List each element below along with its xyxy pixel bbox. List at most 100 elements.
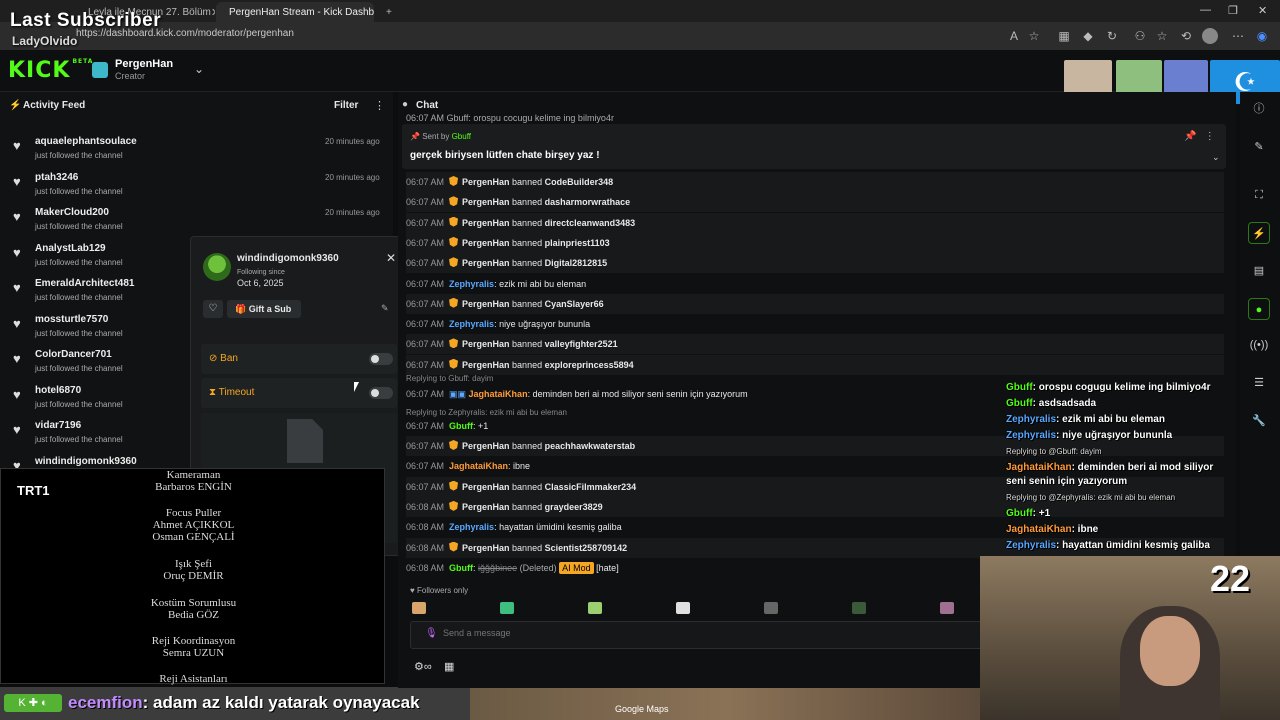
emote-icon[interactable] xyxy=(852,602,866,614)
heart-icon: ♥ xyxy=(13,174,21,189)
heart-icon: ♥ xyxy=(13,245,21,260)
extension-icon[interactable]: ⚇ xyxy=(1132,28,1148,44)
msg-user[interactable]: PergenHan xyxy=(462,197,510,207)
emote-icon[interactable] xyxy=(764,602,778,614)
feed-user: ptah3246 xyxy=(35,172,79,183)
star-icon[interactable]: ☆ xyxy=(1026,28,1042,44)
mute-icon[interactable]: ✎ xyxy=(381,303,389,314)
close-icon[interactable]: ✕ xyxy=(211,6,215,19)
extension-icon[interactable]: ◆ xyxy=(1080,28,1096,44)
chat-message[interactable]: 06:07 AM PergenHan banned directcleanwand… xyxy=(406,212,1224,233)
feed-item[interactable]: ♥ MakerCloud200 just followed the channe… xyxy=(0,205,393,239)
edit-icon[interactable]: ✎ xyxy=(1248,136,1270,158)
msg-user[interactable]: Zephyralis xyxy=(449,319,494,329)
msg-user[interactable]: PergenHan xyxy=(462,543,510,553)
moderator-shield-icon xyxy=(449,480,459,491)
msg-time: 06:07 AM xyxy=(406,339,445,350)
msg-user[interactable]: PergenHan xyxy=(462,502,510,512)
msg-user[interactable]: PergenHan xyxy=(462,482,510,492)
close-window-icon[interactable]: ✕ xyxy=(1258,4,1267,17)
close-icon[interactable]: ✕ xyxy=(386,251,396,265)
emote-icon[interactable] xyxy=(940,602,954,614)
feed-sub: just followed the channel xyxy=(35,258,123,267)
msg-user[interactable]: PergenHan xyxy=(462,177,510,187)
copilot-icon[interactable]: ◉ xyxy=(1254,28,1270,44)
msg-user[interactable]: Gbuff xyxy=(449,563,473,573)
ban-icon: ⊘ xyxy=(209,353,218,364)
msg-time: 06:07 AM xyxy=(406,237,445,248)
following-since-label: Following since xyxy=(237,269,285,276)
emote-icon[interactable] xyxy=(500,602,514,614)
kick-logo[interactable]: KICK BETA xyxy=(8,58,93,83)
refresh-icon[interactable]: ↻ xyxy=(1104,28,1120,44)
msg-time: 06:07 AM xyxy=(406,359,445,370)
chat-message[interactable]: 06:07 AM PergenHan banned dasharmorwratha… xyxy=(406,192,1224,213)
emote-icon[interactable] xyxy=(588,602,602,614)
timeout-toggle[interactable] xyxy=(369,387,393,399)
overlay-chat-line: Zephyralis: hayattan ümidini kesmiş gali… xyxy=(1006,540,1210,551)
credit-line: Ahmet AÇIKKOL xyxy=(152,519,235,531)
overlay-chat-line: Zephyralis: niye uğraşıyor bununla xyxy=(1006,430,1173,441)
credit-line: Kostüm Sorumlusu xyxy=(150,597,237,609)
store-icon[interactable]: ▦ xyxy=(444,661,454,673)
msg-user[interactable]: PergenHan xyxy=(462,238,510,248)
msg-user[interactable]: PergenHan xyxy=(462,299,510,309)
broadcast-icon[interactable]: ((•)) xyxy=(1248,334,1270,356)
msg-user[interactable]: PergenHan xyxy=(462,441,510,451)
history-icon[interactable]: ⟲ xyxy=(1178,28,1194,44)
tab-kick-dashboard[interactable]: PergenHan Stream - Kick Dashbo ✕ xyxy=(216,2,374,22)
msg-user[interactable]: JaghataiKhan xyxy=(469,389,528,399)
maximize-icon[interactable]: ❐ xyxy=(1228,4,1238,17)
minimize-icon[interactable]: — xyxy=(1200,4,1211,16)
chevron-down-icon[interactable]: ⌄ xyxy=(194,62,204,76)
more-icon[interactable]: ⋮ xyxy=(374,99,385,112)
unpin-icon[interactable]: 📌 xyxy=(1184,131,1196,142)
msg-user[interactable]: Gbuff xyxy=(449,421,473,431)
msg-user[interactable]: PergenHan xyxy=(462,258,510,268)
emote-icon[interactable] xyxy=(412,602,426,614)
gift-sub-button[interactable]: 🎁 Gift a Sub xyxy=(227,300,301,318)
microphone-icon[interactable]: 🎙 xyxy=(425,628,438,639)
msg-user[interactable]: PergenHan xyxy=(462,360,510,370)
msg-user[interactable]: Zephyralis xyxy=(449,279,494,289)
msg-time: 06:08 AM xyxy=(406,522,445,533)
chat-message[interactable]: 06:07 AM Zephyralis: ezik mi abi bu elema… xyxy=(406,274,1224,294)
pinned-message: 📌 Sent by Gbuff gerçek biriysen lütfen c… xyxy=(402,124,1226,169)
chat-message[interactable]: 06:07 AM PergenHan banned CyanSlayer66 xyxy=(406,293,1224,314)
filter-button[interactable]: Filter xyxy=(334,100,358,111)
follow-button[interactable]: ♡ xyxy=(203,300,223,318)
more-icon[interactable]: ⋮ xyxy=(1205,131,1215,142)
feed-user: EmeraldArchitect481 xyxy=(35,278,135,289)
ticker-username: ecemfion xyxy=(68,693,143,712)
chat-message[interactable]: 06:07 AM PergenHan banned plainpriest1103 xyxy=(406,232,1224,253)
chat-settings-icon[interactable]: ⚙∞ xyxy=(414,661,432,673)
profile-avatar[interactable] xyxy=(1202,28,1218,44)
favorites-icon[interactable]: ☆ xyxy=(1154,28,1170,44)
overlay-chat-line: Replying to @Gbuff: dayim xyxy=(1006,447,1102,456)
chat-message[interactable]: 06:07 AM PergenHan banned CodeBuilder348 xyxy=(406,172,1224,192)
timeout-row: ⧗ Timeout xyxy=(201,378,397,408)
msg-user[interactable]: PergenHan xyxy=(462,218,510,228)
read-aloud-icon[interactable]: A xyxy=(1006,28,1022,44)
msg-user[interactable]: Zephyralis xyxy=(449,522,494,532)
feed-item[interactable]: ♥ aquaelephantsoulace just followed the … xyxy=(0,134,393,168)
menu-icon[interactable]: ⋯ xyxy=(1230,28,1246,44)
chat-icon[interactable]: ● xyxy=(1248,298,1270,320)
feed-item[interactable]: ♥ ptah3246 just followed the channel 20 … xyxy=(0,170,393,204)
chevron-down-icon[interactable]: ⌄ xyxy=(1212,152,1220,163)
document-icon[interactable]: ▤ xyxy=(1248,260,1270,282)
following-since-date: Oct 6, 2025 xyxy=(237,278,284,288)
ban-toggle[interactable] xyxy=(369,353,393,365)
activity-bolt-icon[interactable]: ⚡ xyxy=(1248,222,1270,244)
chat-message[interactable]: 06:07 AM Zephyralis: niye uğraşıyor bunun… xyxy=(406,314,1224,334)
msg-user[interactable]: PergenHan xyxy=(462,339,510,349)
overlay-chat-line: Gbuff: +1 xyxy=(1006,508,1051,519)
emote-icon[interactable] xyxy=(676,602,690,614)
info-icon[interactable]: ⓘ xyxy=(1248,98,1270,120)
chat-message[interactable]: 06:07 AM PergenHan banned valleyfighter25… xyxy=(406,334,1224,355)
fullscreen-icon[interactable]: ⛶ xyxy=(1248,184,1270,206)
chat-message[interactable]: 06:07 AM PergenHan banned Digital2812815 xyxy=(406,253,1224,274)
extension-icon[interactable]: ▦ xyxy=(1056,28,1072,44)
msg-user[interactable]: JaghataiKhan xyxy=(449,461,508,471)
new-tab-button[interactable]: + xyxy=(378,2,398,22)
